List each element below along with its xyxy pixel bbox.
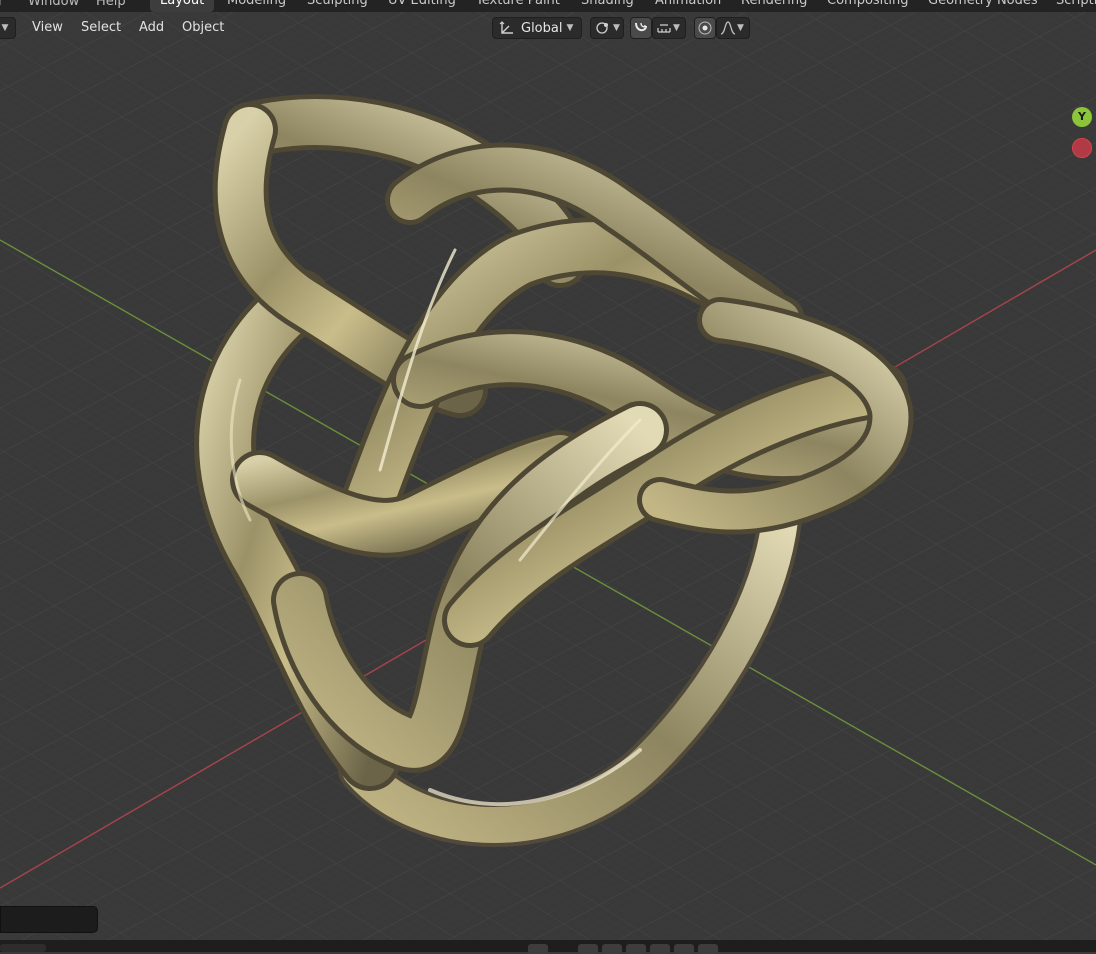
menu-object[interactable]: Object <box>182 20 224 35</box>
next-keyframe-button[interactable] <box>650 944 670 954</box>
tab-compositing[interactable]: Compositing <box>817 0 919 12</box>
gizmo-y-label: Y <box>1078 110 1086 123</box>
falloff-curve-icon <box>720 21 736 35</box>
proportional-falloff-dropdown[interactable]: ▼ <box>716 17 750 39</box>
play-button[interactable] <box>626 944 646 954</box>
tab-shading[interactable]: Shading <box>571 0 644 12</box>
proportional-edit-icon <box>698 21 712 35</box>
timeline-header <box>0 940 1096 952</box>
timeline-mode-dropdown[interactable] <box>0 944 46 952</box>
tab-uv-editing[interactable]: UV Editing <box>378 0 466 12</box>
menu-help[interactable]: Help <box>96 0 126 9</box>
viewport-canvas <box>0 0 1096 940</box>
proportional-edit-toggle[interactable] <box>694 17 716 39</box>
last-operation-panel[interactable] <box>0 906 98 933</box>
pivot-point-dropdown[interactable]: ▼ <box>590 17 624 39</box>
menu-add[interactable]: Add <box>139 20 164 35</box>
tab-texture-paint[interactable]: Texture Paint <box>466 0 570 12</box>
snap-target-dropdown[interactable]: ▼ <box>652 17 686 39</box>
tab-sculpting[interactable]: Sculpting <box>297 0 378 12</box>
jump-start-button[interactable] <box>528 944 548 954</box>
chevron-down-icon: ▼ <box>566 23 574 33</box>
snap-toggle[interactable] <box>630 17 652 39</box>
tab-animation[interactable]: Animation <box>645 0 731 12</box>
transform-orientation-icon <box>499 21 513 34</box>
viewport-header: ▼ View Select Add Object Global ▼ ▼ ▼ ▼ <box>0 12 1096 44</box>
timeline-extra-button[interactable] <box>698 944 718 954</box>
tab-geometry-nodes[interactable]: Geometry Nodes <box>918 0 1048 12</box>
menu-view[interactable]: View <box>32 20 63 35</box>
chevron-down-icon: ▼ <box>737 23 744 33</box>
chevron-down-icon: ▼ <box>1 23 9 33</box>
tab-layout[interactable]: Layout <box>150 0 215 12</box>
tab-scripting[interactable]: Scripti <box>1046 0 1096 12</box>
tab-rendering[interactable]: Rendering <box>731 0 817 12</box>
play-reverse-button[interactable] <box>602 944 622 954</box>
snap-magnet-icon <box>635 22 647 32</box>
gizmo-y-axis[interactable]: Y <box>1072 107 1092 127</box>
tab-modeling[interactable]: Modeling <box>217 0 296 12</box>
pivot-point-icon <box>596 22 608 34</box>
jump-end-button[interactable] <box>674 944 694 954</box>
menu-partial-render[interactable]: r <box>0 0 3 9</box>
mode-dropdown[interactable]: ▼ <box>0 17 16 39</box>
3d-viewport[interactable]: Y <box>0 0 1096 940</box>
gizmo-x-negative[interactable] <box>1072 138 1092 158</box>
prev-keyframe-button[interactable] <box>578 944 598 954</box>
chevron-down-icon: ▼ <box>613 23 620 33</box>
snap-increment-icon <box>657 24 671 33</box>
workspace-tab-bar: r Window Help Layout Modeling Sculpting … <box>0 0 1096 12</box>
transform-orientation-value: Global <box>521 20 563 36</box>
transform-orientation-dropdown[interactable]: Global ▼ <box>492 17 582 39</box>
menu-select[interactable]: Select <box>81 20 121 35</box>
chevron-down-icon: ▼ <box>673 23 680 33</box>
menu-window[interactable]: Window <box>28 0 79 9</box>
